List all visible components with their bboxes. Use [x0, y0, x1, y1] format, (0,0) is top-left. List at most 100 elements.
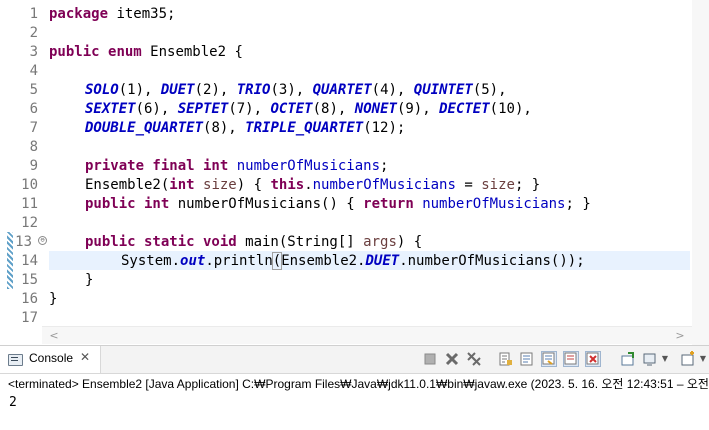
- scroll-left-icon[interactable]: <: [46, 327, 62, 344]
- code-text: (10),: [489, 101, 532, 117]
- code-text: (5),: [472, 82, 507, 98]
- field-name: numberOfMusicians: [236, 158, 381, 174]
- code-text: ; }: [565, 196, 591, 212]
- code-text: Ensemble2.: [281, 253, 366, 269]
- code-text: (2),: [194, 82, 237, 98]
- code-editor[interactable]: 1 2 3 4 5 6 7 8 9 10 11 12 13 14 15 16 1…: [0, 0, 709, 345]
- matching-bracket: (: [271, 252, 283, 270]
- line-number: 14: [21, 253, 38, 269]
- enum-constant: DUET: [160, 82, 195, 98]
- fold-collapse-icon[interactable]: ⊖: [38, 236, 47, 245]
- enum-constant: SOLO: [85, 82, 119, 98]
- enum-constant: QUINTET: [413, 82, 473, 98]
- console-tab-bar: Console ✕ ▼ ▼: [0, 346, 709, 374]
- line-number: 2: [29, 25, 38, 41]
- line-number: 1: [29, 6, 38, 22]
- code-text: (7),: [228, 101, 271, 117]
- code-line: private final int numberOfMusicians;: [85, 157, 388, 176]
- enum-constant: DUET: [365, 253, 400, 269]
- console-status-line: <terminated> Ensemble2 [Java Application…: [8, 377, 709, 391]
- code-line: SEXTET(6), SEPTET(7), OCTET(8), NONET(9)…: [85, 100, 532, 119]
- open-console-icon[interactable]: [680, 351, 696, 367]
- keyword: int: [169, 177, 195, 193]
- code-line: }: [49, 291, 58, 307]
- console-output[interactable]: 2: [9, 395, 17, 410]
- close-icon[interactable]: ✕: [80, 350, 90, 364]
- code-text: Ensemble2(: [85, 177, 170, 193]
- code-text: ;: [380, 158, 389, 174]
- code-text: (1),: [118, 82, 161, 98]
- keyword: package: [49, 6, 109, 22]
- tab-label: Console: [29, 351, 74, 365]
- parameter: size: [481, 177, 515, 193]
- enum-constant: QUARTET: [312, 82, 372, 98]
- line-number: 3: [29, 44, 38, 60]
- scroll-lock-icon[interactable]: [497, 351, 513, 367]
- code-text: ; }: [514, 177, 541, 193]
- clear-console-icon[interactable]: [585, 351, 601, 367]
- code-text: (3),: [270, 82, 313, 98]
- line-number: 10: [21, 177, 38, 193]
- line-number: 9: [29, 158, 38, 174]
- enum-constant: NONET: [354, 101, 397, 117]
- code-text: main(String[]: [236, 234, 364, 250]
- code-line: public enum Ensemble2 {: [49, 43, 243, 62]
- chevron-down-icon[interactable]: ▼: [660, 351, 670, 367]
- keyword: return: [363, 196, 414, 212]
- remove-launch-icon[interactable]: [444, 351, 460, 367]
- line-number: 12: [21, 215, 38, 231]
- keyword: enum: [108, 44, 142, 60]
- code-line: SOLO(1), DUET(2), TRIO(3), QUARTET(4), Q…: [85, 81, 507, 100]
- enum-constant: DOUBLE_QUARTET: [85, 120, 204, 136]
- display-selected-console-icon[interactable]: [642, 351, 658, 367]
- code-text: (12);: [363, 120, 406, 136]
- field-name: numberOfMusicians: [422, 196, 566, 212]
- vertical-scrollbar[interactable]: [692, 0, 709, 345]
- pin-console-icon[interactable]: [620, 351, 636, 367]
- enum-constant: SEPTET: [177, 101, 229, 117]
- tab-console[interactable]: Console ✕: [0, 346, 101, 373]
- code-text: (8),: [312, 101, 355, 117]
- code-text: (8),: [203, 120, 246, 136]
- chevron-down-icon[interactable]: ▼: [698, 351, 708, 367]
- code-line: DOUBLE_QUARTET(8), TRIPLE_QUARTET(12);: [85, 119, 405, 138]
- code-text: ) {: [396, 234, 423, 250]
- line-number: 17: [21, 310, 38, 326]
- code-text: ) {: [236, 177, 271, 193]
- line-number: 15: [21, 272, 38, 288]
- scroll-right-icon[interactable]: >: [672, 327, 688, 344]
- show-on-stdout-icon[interactable]: [541, 351, 557, 367]
- line-number: 7: [29, 120, 38, 136]
- line-number: 6: [29, 101, 38, 117]
- code-text: item35;: [108, 6, 176, 22]
- show-on-stderr-icon[interactable]: [563, 351, 579, 367]
- remove-all-terminated-icon[interactable]: [466, 351, 482, 367]
- code-line: System.out.println(Ensemble2.DUET.number…: [121, 252, 585, 271]
- code-text: (9),: [396, 101, 440, 117]
- code-area[interactable]: package item35; public enum Ensemble2 { …: [49, 0, 709, 328]
- parameter: args: [363, 234, 397, 250]
- code-line: package item35;: [49, 5, 175, 24]
- terminate-icon[interactable]: [422, 351, 438, 367]
- enum-constant: OCTET: [270, 101, 313, 117]
- line-number: 11: [21, 196, 38, 212]
- code-text: System.: [121, 253, 181, 269]
- horizontal-scrollbar[interactable]: < >: [42, 326, 692, 344]
- enum-constant: TRIO: [236, 82, 271, 98]
- code-text: .numberOfMusicians());: [399, 253, 585, 269]
- enum-constant: SEXTET: [85, 101, 136, 117]
- keyword: private final int: [85, 158, 229, 174]
- line-number: 16: [21, 291, 38, 307]
- code-line: Ensemble2(int size) { this.numberOfMusic…: [85, 176, 540, 195]
- keyword: public static void: [85, 234, 237, 250]
- code-line: public static void main(String[] args) {: [85, 233, 422, 252]
- code-line: }: [85, 272, 94, 288]
- field-name: numberOfMusicians: [312, 177, 456, 193]
- static-field: out: [180, 253, 206, 269]
- keyword: this: [270, 177, 305, 193]
- line-number-gutter: 1 2 3 4 5 6 7 8 9 10 11 12 13 14 15 16 1…: [7, 0, 42, 328]
- line-number: 13: [15, 234, 32, 250]
- word-wrap-icon[interactable]: [519, 351, 535, 367]
- code-text: =: [455, 177, 482, 193]
- line-number: 5: [29, 82, 38, 98]
